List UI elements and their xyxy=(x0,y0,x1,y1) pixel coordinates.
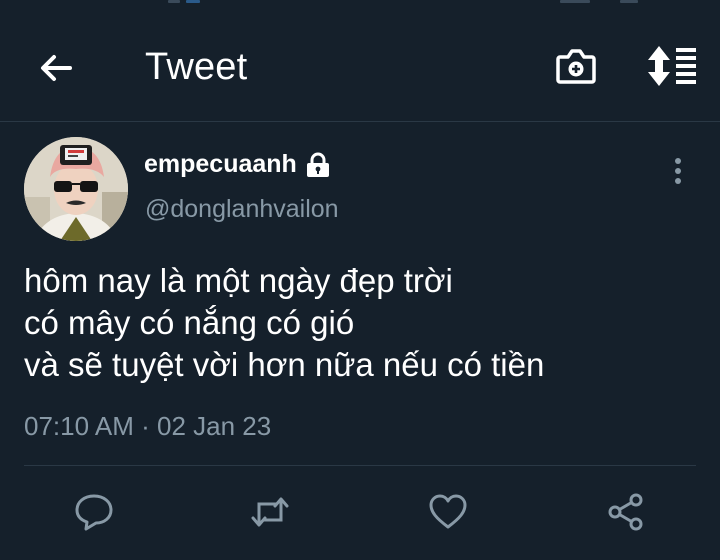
camera-button[interactable] xyxy=(554,44,598,88)
share-icon xyxy=(608,493,643,531)
author-row: empecuaanh xyxy=(144,150,331,179)
more-options-button[interactable] xyxy=(664,156,692,186)
username-handle[interactable]: @donglanhvailon xyxy=(145,195,339,224)
tweet-text-line: hôm nay là một ngày đẹp trời xyxy=(24,262,453,299)
back-button[interactable] xyxy=(36,48,76,88)
avatar-image xyxy=(24,137,128,241)
sort-button[interactable] xyxy=(646,44,698,88)
avatar[interactable] xyxy=(24,137,128,241)
tweet-text-line: và sẽ tuyệt vời hơn nữa nếu có tiền xyxy=(24,346,545,383)
share-button[interactable] xyxy=(606,492,646,532)
tweet-time: 07:10 AM xyxy=(24,411,134,441)
actions-divider xyxy=(24,465,696,466)
retweet-icon xyxy=(251,497,289,527)
heart-icon xyxy=(429,494,467,529)
tweet-timestamp: 07:10 AM · 02 Jan 23 xyxy=(24,411,271,442)
tweet-date: 02 Jan 23 xyxy=(156,411,272,441)
retweet-button[interactable] xyxy=(250,492,290,532)
tweet-text-line: có mây có nắng có gió xyxy=(24,304,355,341)
more-vertical-icon xyxy=(675,158,681,184)
tweet-text: hôm nay là một ngày đẹp trời có mây có n… xyxy=(24,260,704,386)
like-button[interactable] xyxy=(428,492,468,532)
page-title: Tweet xyxy=(145,46,248,88)
meta-separator: · xyxy=(141,411,157,441)
lock-icon xyxy=(306,152,329,177)
arrow-left-icon xyxy=(41,55,72,81)
reply-button[interactable] xyxy=(74,492,114,532)
header-divider xyxy=(0,121,720,122)
reply-icon xyxy=(75,494,113,531)
sort-updown-icon xyxy=(648,46,696,86)
top-app-bar: Tweet xyxy=(0,8,720,121)
camera-add-icon xyxy=(556,49,596,84)
display-name[interactable]: empecuaanh xyxy=(144,150,297,179)
status-bar xyxy=(0,0,720,8)
